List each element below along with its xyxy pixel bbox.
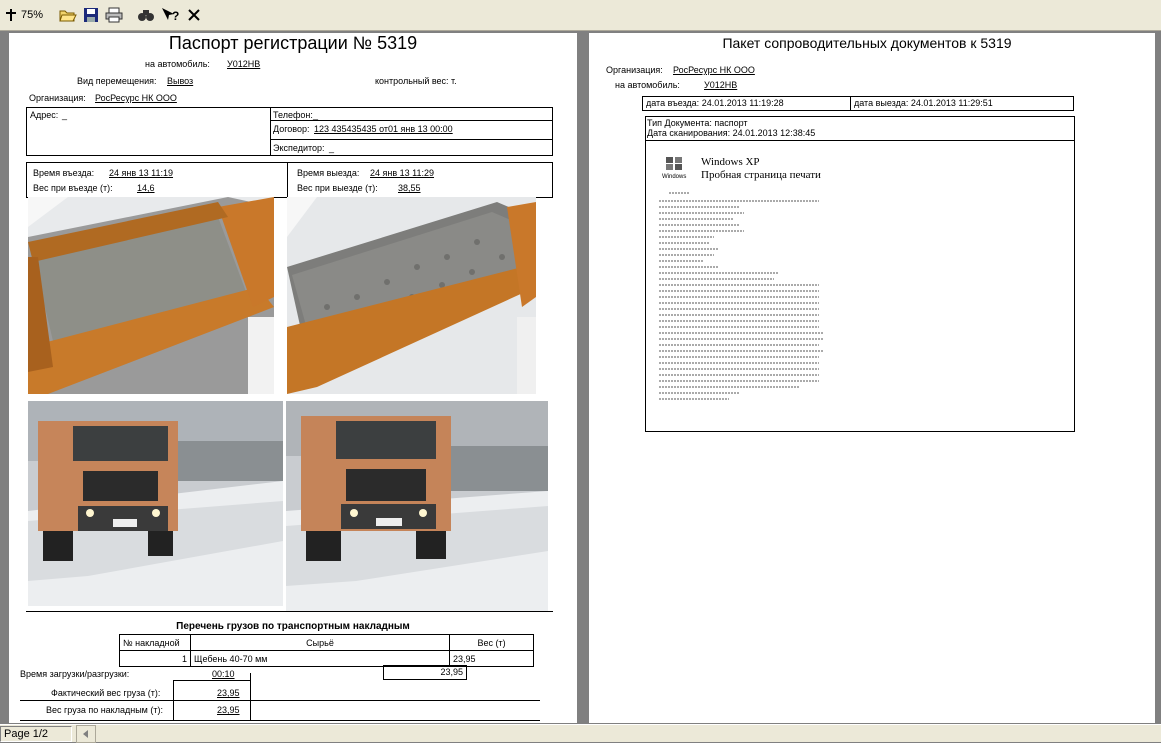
move-type-value: Вывоз bbox=[167, 76, 194, 86]
open-folder-icon bbox=[59, 10, 77, 22]
scan-heading-windows: Windows XP bbox=[701, 156, 760, 168]
help-button[interactable]: ? bbox=[161, 4, 181, 26]
exit-weight-value: 38,55 bbox=[398, 183, 421, 193]
forwarder-label: Экспедитор: bbox=[273, 143, 325, 153]
document-type: Тип Документа: паспорт bbox=[647, 118, 748, 128]
right-vehicle-label: на автомобиль: bbox=[615, 80, 680, 90]
entry-truck-photo bbox=[28, 401, 283, 606]
contract-value: 123 435435435 от01 янв 13 00:00 bbox=[314, 124, 453, 134]
save-icon bbox=[84, 8, 99, 22]
phone-value: _ bbox=[313, 110, 319, 120]
passport-title: Паспорт регистрации № 5319 bbox=[168, 33, 418, 53]
zoom-icon bbox=[6, 9, 16, 21]
organization-label: Организация: bbox=[29, 93, 86, 103]
help-icon: ? bbox=[162, 8, 179, 23]
vehicle-value: У012НВ bbox=[227, 59, 261, 69]
toolbar: 75% ? bbox=[0, 0, 1161, 31]
cargo-total: 23,95 bbox=[440, 667, 463, 677]
address-value: _ bbox=[62, 110, 68, 120]
scroll-left-button[interactable] bbox=[76, 724, 96, 743]
save-button[interactable] bbox=[83, 4, 99, 26]
accompanying-docs-page: Пакет сопроводительных документов к 5319… bbox=[589, 33, 1155, 723]
table-row: 1 Щебень 40-70 мм 23,95 bbox=[119, 650, 534, 667]
print-icon bbox=[105, 7, 123, 23]
actual-weight-value: 23,95 bbox=[217, 688, 240, 698]
exit-weight-label: Вес при выезде (т): bbox=[297, 183, 378, 193]
load-time-value: 00:10 bbox=[212, 669, 235, 679]
package-title: Пакет сопроводительных документов к 5319 bbox=[722, 35, 1012, 51]
entry-time-value: 24 янв 13 11:19 bbox=[109, 168, 174, 178]
right-organization-value: РосРесурс НК ООО bbox=[673, 65, 755, 75]
invoice-weight-value: 23,95 bbox=[217, 705, 240, 715]
address-label: Адрес: bbox=[30, 110, 59, 120]
col-invoice-number: № накладной bbox=[119, 634, 191, 651]
organization-value: РосРесурс НК ООО bbox=[95, 93, 177, 103]
find-icon bbox=[138, 10, 155, 21]
zoom-button[interactable]: 75% bbox=[4, 4, 43, 26]
exit-cargo-photo bbox=[287, 197, 536, 394]
status-bar: Page 1/2 bbox=[0, 724, 1161, 743]
col-weight: Вес (т) bbox=[449, 634, 534, 651]
contract-label: Договор: bbox=[273, 124, 310, 134]
scanned-text-lines bbox=[659, 192, 824, 400]
right-organization-label: Организация: bbox=[606, 65, 663, 75]
cargo-list-title: Перечень грузов по транспортным накладны… bbox=[176, 621, 410, 632]
scan-logo-text: Windows bbox=[662, 174, 687, 180]
entry-weight-label: Вес при въезде (т): bbox=[33, 183, 113, 193]
right-vehicle-value: У012НВ bbox=[704, 80, 738, 90]
exit-time-label: Время выезда: bbox=[297, 168, 360, 178]
actual-weight-label: Фактический вес груза (т): bbox=[51, 688, 161, 698]
exit-date: дата выезда: 24.01.2013 11:29:51 bbox=[854, 98, 993, 108]
entry-cargo-photo bbox=[28, 197, 274, 394]
exit-time-value: 24 янв 13 11:29 bbox=[370, 168, 435, 178]
cargo-row-number: 1 bbox=[119, 650, 191, 667]
entry-weight-value: 14,6 bbox=[137, 183, 155, 193]
vehicle-label: на автомобиль: bbox=[145, 59, 210, 69]
entry-time-label: Время въезда: bbox=[33, 168, 95, 178]
entry-date: дата въезда: 24.01.2013 11:19:28 bbox=[646, 98, 784, 108]
cargo-table: № накладной Сырьё Вес (т) 1 Щебень 40-70… bbox=[119, 634, 534, 667]
print-button[interactable] bbox=[105, 4, 123, 26]
svg-text:?: ? bbox=[172, 9, 179, 23]
control-weight: контрольный вес: т. bbox=[375, 76, 457, 86]
page-indicator: Page 1/2 bbox=[0, 725, 72, 742]
scan-heading-test-page: Пробная страница печати bbox=[701, 169, 821, 181]
find-button[interactable] bbox=[137, 4, 155, 26]
open-button[interactable] bbox=[59, 4, 77, 26]
close-icon bbox=[188, 9, 200, 21]
phone-label: Телефон: bbox=[273, 110, 313, 120]
cargo-table-header: № накладной Сырьё Вес (т) bbox=[119, 634, 534, 651]
registration-passport-page: Паспорт регистрации № 5319 на автомобиль… bbox=[9, 33, 577, 723]
invoice-weight-label: Вес груза по накладным (т): bbox=[46, 705, 163, 715]
move-type-label: Вид перемещения: bbox=[77, 76, 157, 86]
arrow-left-icon bbox=[83, 729, 88, 738]
scan-date: Дата сканирования: 24.01.2013 12:38:45 bbox=[647, 128, 816, 138]
close-button[interactable] bbox=[187, 4, 201, 26]
col-material: Сырьё bbox=[190, 634, 450, 651]
load-time-label: Время загрузки/разгрузки: bbox=[20, 669, 130, 679]
forwarder-value: _ bbox=[329, 143, 335, 153]
zoom-level: 75% bbox=[21, 9, 44, 21]
exit-truck-photo bbox=[286, 401, 548, 611]
